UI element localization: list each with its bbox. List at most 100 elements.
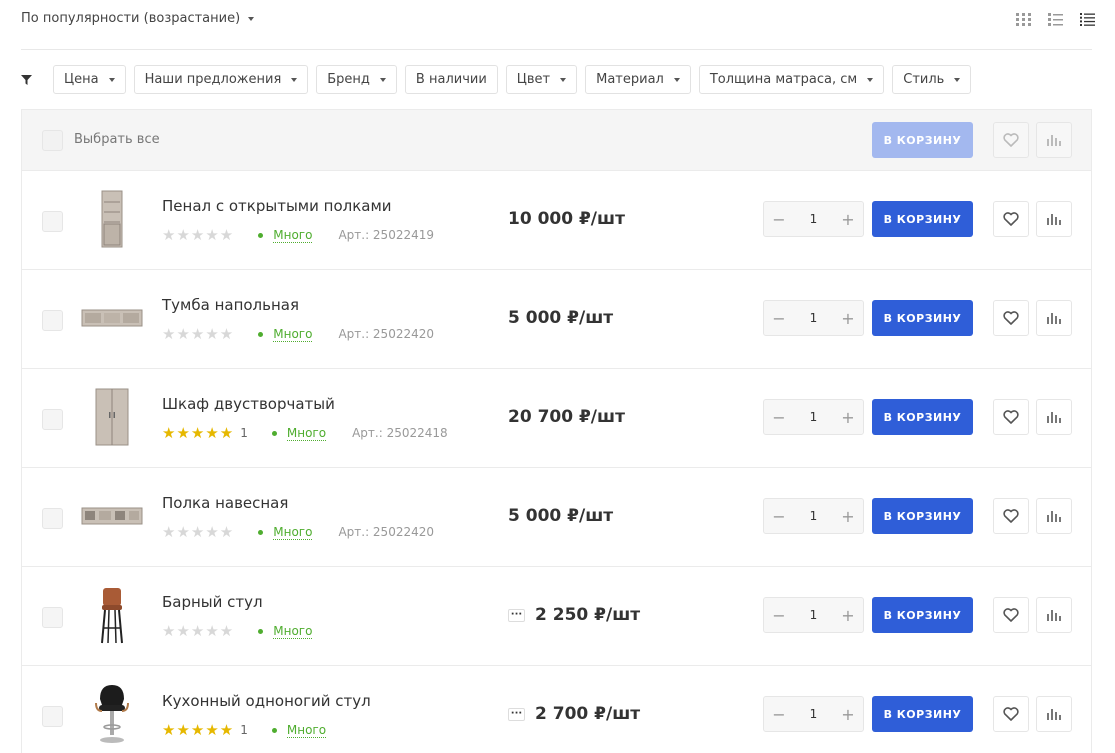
compare-button[interactable] (1036, 597, 1072, 633)
filter-button[interactable]: Цена (53, 65, 126, 94)
product-name[interactable]: Тумба напольная (162, 296, 299, 314)
product-name[interactable]: Шкаф двустворчатый (162, 395, 335, 413)
review-count: 1 (240, 723, 248, 737)
minus-icon[interactable]: − (764, 606, 794, 625)
rating-stars: ★★★★★ (162, 424, 235, 442)
chevron-down-icon (954, 77, 961, 82)
article-number: Арт.: 25022418 (352, 426, 448, 440)
stock-label[interactable]: Много (273, 525, 313, 540)
filter-button[interactable]: Бренд (316, 65, 397, 94)
add-to-cart-button[interactable]: В КОРЗИНУ (872, 300, 973, 336)
stock-label[interactable]: Много (273, 624, 313, 639)
filter-button[interactable]: В наличии (404, 65, 498, 94)
plus-icon[interactable]: + (833, 705, 863, 724)
add-to-cart-button[interactable]: В КОРЗИНУ (872, 597, 973, 633)
plus-icon[interactable]: + (833, 507, 863, 526)
favorite-button[interactable] (993, 300, 1029, 336)
sort-label: По популярности (возрастание) (21, 11, 241, 26)
heart-icon (1003, 212, 1019, 226)
product-image[interactable] (80, 288, 144, 348)
product-row: Кухонный одноногий стул ★★★★★ 1 Много ··· 2 7… (22, 666, 1091, 753)
filter-button[interactable]: Толщина матраса, см (698, 65, 885, 94)
plus-icon[interactable]: + (833, 309, 863, 328)
minus-icon[interactable]: − (764, 705, 794, 724)
quantity-value[interactable]: 1 (810, 410, 818, 424)
product-checkbox[interactable] (42, 607, 63, 628)
product-price: 5 000 ₽/шт (508, 308, 613, 328)
product-image[interactable] (80, 684, 144, 744)
select-all-checkbox[interactable] (42, 130, 63, 151)
view-switcher (1016, 13, 1095, 26)
add-to-cart-button[interactable]: В КОРЗИНУ (872, 696, 973, 732)
product-name[interactable]: Полка навесная (162, 494, 288, 512)
compare-button[interactable] (1036, 300, 1072, 336)
favorite-button[interactable] (993, 399, 1029, 435)
product-checkbox[interactable] (42, 409, 63, 430)
product-image[interactable] (80, 585, 144, 645)
list-view-icon[interactable] (1048, 13, 1063, 26)
quantity-value[interactable]: 1 (810, 608, 818, 622)
filter-button[interactable]: Цвет (505, 65, 578, 94)
plus-icon[interactable]: + (833, 210, 863, 229)
product-name[interactable]: Барный стул (162, 593, 263, 611)
compare-button[interactable] (1036, 399, 1072, 435)
stock-label[interactable]: Много (286, 723, 327, 738)
filter-button[interactable]: Наши предложения (133, 65, 309, 94)
product-image[interactable] (80, 189, 144, 249)
add-to-cart-button[interactable]: В КОРЗИНУ (872, 498, 973, 534)
more-offers-icon[interactable]: ··· (508, 707, 525, 721)
favorite-button[interactable] (993, 696, 1029, 732)
minus-icon[interactable]: − (764, 507, 794, 526)
compare-icon (1047, 135, 1061, 146)
tile-view-icon[interactable] (1016, 13, 1031, 26)
quantity-value[interactable]: 1 (810, 707, 818, 721)
minus-icon[interactable]: − (764, 309, 794, 328)
minus-icon[interactable]: − (764, 210, 794, 229)
heart-icon (1003, 311, 1019, 325)
favorite-button[interactable] (993, 201, 1029, 237)
stock-status: Много (258, 624, 313, 639)
product-checkbox[interactable] (42, 310, 63, 331)
compare-icon (1047, 412, 1061, 423)
stock-label[interactable]: Много (273, 228, 313, 243)
filter-button[interactable]: Стиль (892, 65, 972, 94)
quantity-value[interactable]: 1 (810, 311, 818, 325)
compare-button[interactable] (1036, 201, 1072, 237)
compare-icon (1047, 313, 1061, 324)
favorite-button[interactable] (993, 597, 1029, 633)
more-offers-icon[interactable]: ··· (508, 608, 525, 622)
favorite-selected-button[interactable] (993, 122, 1029, 158)
add-selected-to-cart-button[interactable]: В КОРЗИНУ (872, 122, 973, 158)
quantity-value[interactable]: 1 (810, 212, 818, 226)
stock-label[interactable]: Много (273, 327, 313, 342)
product-checkbox[interactable] (42, 508, 63, 529)
stock-label[interactable]: Много (286, 426, 327, 441)
filter-button[interactable]: Материал (585, 65, 691, 94)
compare-button[interactable] (1036, 696, 1072, 732)
product-price: ··· 2 250 ₽/шт (508, 605, 640, 625)
product-image[interactable] (80, 387, 144, 447)
compare-selected-button[interactable] (1036, 122, 1072, 158)
filter-label: Материал (596, 72, 664, 87)
product-row: Шкаф двустворчатый ★★★★★ 1 Много Арт.: 25022… (22, 369, 1091, 468)
add-to-cart-button[interactable]: В КОРЗИНУ (872, 399, 973, 435)
select-all-label: Выбрать все (74, 132, 160, 147)
compare-icon (1047, 511, 1061, 522)
table-view-icon[interactable] (1080, 13, 1095, 26)
favorite-button[interactable] (993, 498, 1029, 534)
stock-dot-icon (271, 727, 277, 733)
product-checkbox[interactable] (42, 706, 63, 727)
sort-dropdown[interactable]: По популярности (возрастание) (21, 11, 255, 26)
chevron-down-icon (291, 77, 298, 82)
compare-button[interactable] (1036, 498, 1072, 534)
product-name[interactable]: Пенал с открытыми полками (162, 197, 392, 215)
product-name[interactable]: Кухонный одноногий стул (162, 692, 371, 710)
plus-icon[interactable]: + (833, 408, 863, 427)
minus-icon[interactable]: − (764, 408, 794, 427)
product-image[interactable] (80, 486, 144, 546)
add-to-cart-button[interactable]: В КОРЗИНУ (872, 201, 973, 237)
plus-icon[interactable]: + (833, 606, 863, 625)
quantity-value[interactable]: 1 (810, 509, 818, 523)
product-row: Тумба напольная ★★★★★ Много Арт.: 25022420 5… (22, 270, 1091, 369)
product-checkbox[interactable] (42, 211, 63, 232)
